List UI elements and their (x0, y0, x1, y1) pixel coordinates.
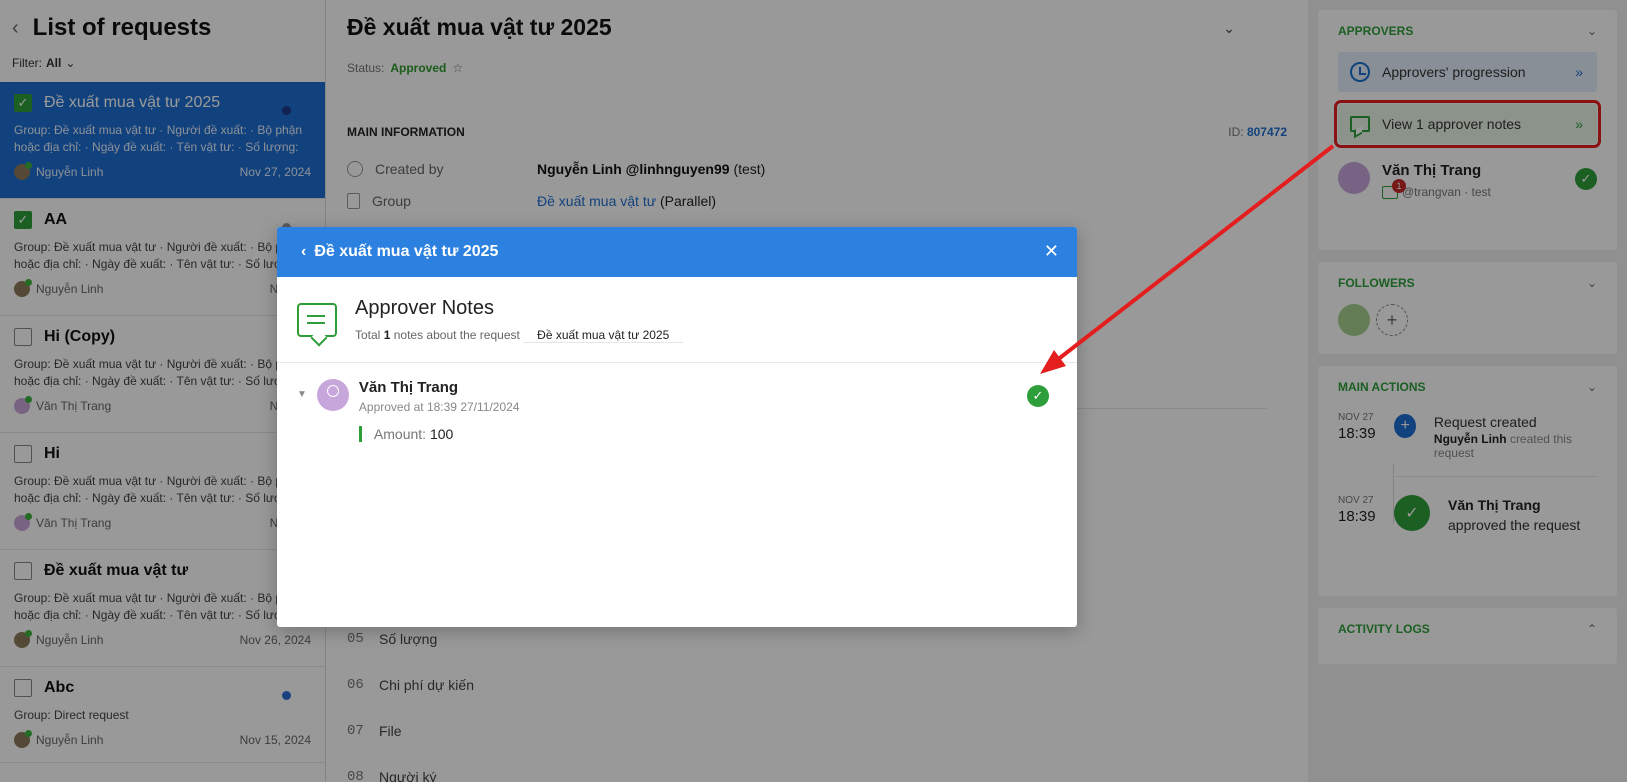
check-circle-icon: ✓ (1027, 385, 1049, 407)
modal-title: Đề xuất mua vật tư 2025 (314, 243, 499, 260)
summary-request: Đề xuất mua vật tư 2025 (523, 316, 684, 343)
chevron-left-icon[interactable]: ‹ (301, 243, 306, 261)
avatar (316, 379, 349, 411)
modal-header: ‹ Đề xuất mua vật tư 2025 ✕ (277, 227, 1077, 277)
caret-down-icon[interactable]: ▼ (297, 389, 307, 442)
approver-notes-modal: ‹ Đề xuất mua vật tư 2025 ✕ Approver Not… (277, 227, 1077, 627)
note-meta: Approved at 18:39 27/11/2024 (358, 400, 520, 414)
summary-text: notes about the request (393, 328, 520, 342)
notes-header: Approver Notes Total 1 notes about the r… (277, 277, 1077, 363)
note-field-label: Amount: (373, 426, 427, 442)
chat-icon (297, 302, 337, 337)
note-field: Amount: 100 (358, 426, 520, 442)
notes-count: 1 (383, 328, 391, 342)
approver-note: ▼ Văn Thị Trang Approved at 18:39 27/11/… (277, 363, 1077, 458)
summary-prefix: Total (355, 328, 381, 342)
note-field-value: 100 (429, 426, 454, 442)
close-icon[interactable]: ✕ (1044, 241, 1059, 262)
note-author: Văn Thị Trang (358, 379, 459, 396)
notes-summary: Total 1 notes about the request Đề xuất … (355, 316, 684, 343)
